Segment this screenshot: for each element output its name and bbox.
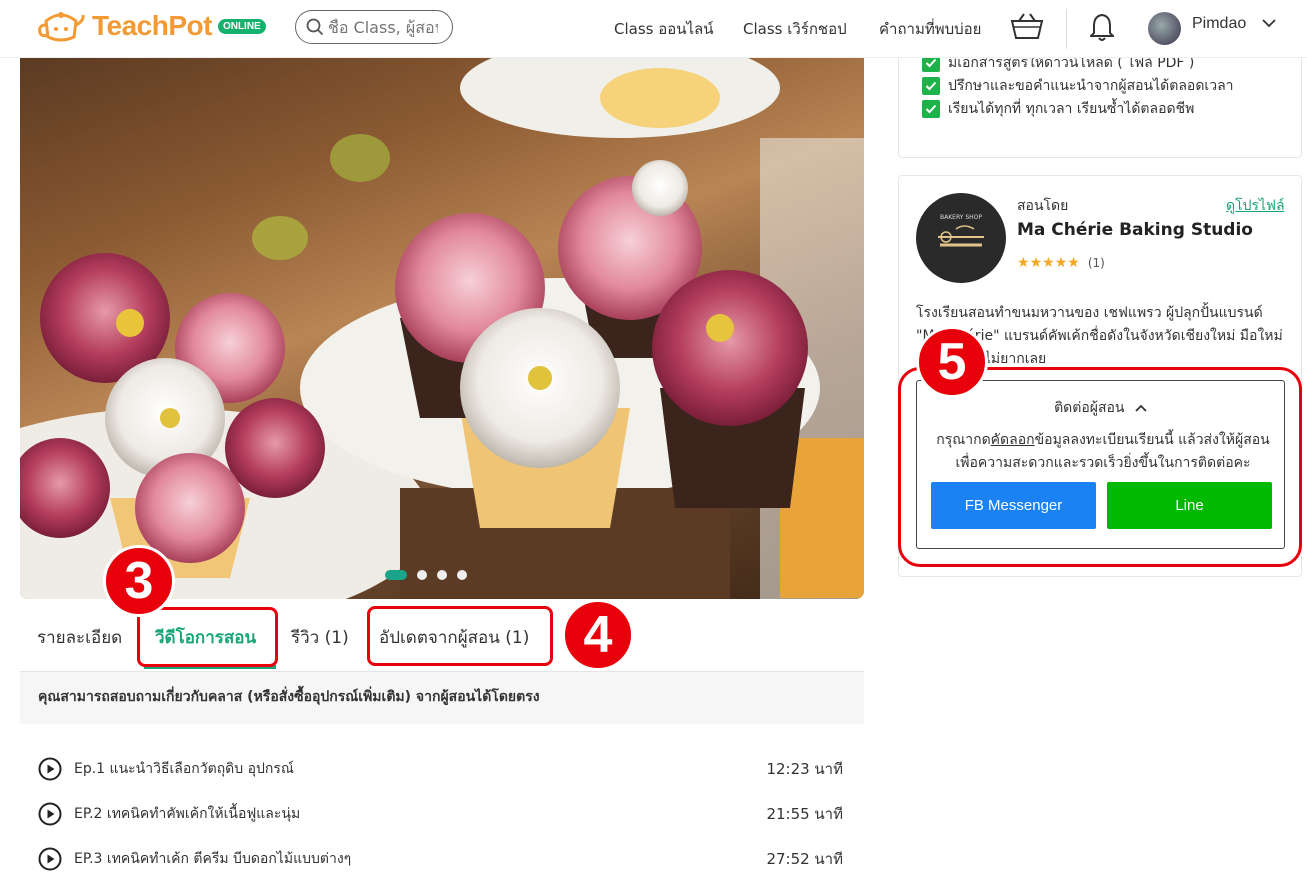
benefit-text: เรียนได้ทุกที่ ทุกเวลา เรียนซ้ำได้ตลอดชี…: [948, 101, 1195, 117]
active-tab-indicator: [144, 665, 276, 669]
contact-title: ติดต่อผู้สอน: [1054, 400, 1125, 416]
view-profile-link[interactable]: ดูโปรไฟล์: [1226, 195, 1285, 217]
header-divider: [1066, 9, 1067, 49]
benefit-item: ปรึกษาและขอคำแนะนำจากผู้สอนได้ตลอดเวลา: [922, 75, 1234, 97]
tab-reviews[interactable]: รีวิว (1): [291, 624, 349, 651]
annotation-badge-3: 3: [103, 545, 175, 617]
carousel-dot[interactable]: [385, 570, 407, 580]
star-icon: ★: [1042, 255, 1055, 271]
carousel-dot[interactable]: [417, 570, 427, 580]
instructor-name[interactable]: Ma Chérie Baking Studio: [1017, 220, 1253, 240]
cart-icon[interactable]: [1010, 12, 1044, 40]
rating-count: (1): [1087, 256, 1105, 270]
username[interactable]: Pimdao: [1192, 15, 1246, 33]
benefit-text: ปรึกษาและขอคำแนะนำจากผู้สอนได้ตลอดเวลา: [948, 78, 1234, 94]
benefit-item: เรียนได้ทุกที่ ทุกเวลา เรียนซ้ำได้ตลอดชี…: [922, 98, 1194, 120]
episode-duration: 12:23 นาที: [766, 760, 843, 778]
episode-title: EP.3 เทคนิคทำเค้ก ตีครีม บีบดอกไม้แบบต่า…: [74, 851, 352, 867]
episode-duration: 27:52 นาที: [766, 850, 843, 868]
star-icon: ★: [1054, 255, 1068, 271]
contact-instructions: กรุณากดคัดลอกข้อมูลลงทะเบียนเรียนนี้ แล้…: [931, 429, 1275, 475]
nav-workshop-class[interactable]: Class เวิร์กชอป: [743, 17, 847, 41]
chevron-up-icon: [1135, 404, 1147, 412]
copy-link[interactable]: คัดลอก: [991, 432, 1035, 448]
carousel-dot[interactable]: [457, 570, 467, 580]
episode-row[interactable]: EP.3 เทคนิคทำเค้ก ตีครีม บีบดอกไม้แบบต่า…: [38, 845, 843, 873]
bakery-logo-text: BAKERY SHOP: [940, 214, 982, 221]
episode-row[interactable]: Ep.1 แนะนำวิธีเลือกวัตถุดิบ อุปกรณ์ 12:2…: [38, 755, 843, 783]
episode-row[interactable]: EP.2 เทคนิคทำคัพเค้กให้เนื้อฟูและนุ่ม 21…: [38, 800, 843, 828]
annotation-badge-5: 5: [916, 326, 988, 398]
instructor-logo[interactable]: BAKERY SHOP: [916, 193, 1006, 283]
class-cover-image: [20, 58, 864, 599]
contact-text-before: กรุณากด: [936, 432, 991, 448]
rating-stars: ★ ★ ★ ★ ★ (1): [1017, 255, 1105, 271]
taught-by-label: สอนโดย: [1017, 198, 1069, 214]
episode-title: EP.2 เทคนิคทำคัพเค้กให้เนื้อฟูและนุ่ม: [74, 806, 301, 822]
tab-instructor-updates[interactable]: อัปเดตจากผู้สอน (1): [379, 624, 529, 651]
tab-videos[interactable]: วีดีโอการสอน: [155, 624, 256, 651]
nav-online-class[interactable]: Class ออนไลน์: [614, 17, 714, 41]
checkmark-icon: [922, 77, 940, 95]
online-badge: ONLINE: [217, 18, 266, 34]
chevron-down-icon[interactable]: [1262, 18, 1276, 28]
top-header: TeachPot ONLINE Class ออนไลน์ Class เวิร…: [0, 0, 1307, 58]
cupcakes-photo: [20, 58, 864, 599]
teapot-logo-icon: [38, 12, 85, 42]
contact-instructor-panel: ติดต่อผู้สอน กรุณากดคัดลอกข้อมูลลงทะเบีย…: [916, 380, 1285, 549]
carousel-dots: [385, 570, 467, 580]
star-icon: ★: [1067, 255, 1080, 271]
search-input[interactable]: [328, 17, 438, 37]
annotation-badge-4: 4: [562, 599, 634, 671]
search-box[interactable]: [295, 10, 453, 44]
site-logo[interactable]: TeachPot ONLINE: [36, 7, 266, 45]
episode-duration: 21:55 นาที: [766, 805, 843, 823]
episode-title: Ep.1 แนะนำวิธีเลือกวัตถุดิบ อุปกรณ์: [74, 761, 294, 777]
tab-details[interactable]: รายละเอียด: [37, 624, 122, 651]
search-icon: [306, 18, 324, 36]
star-icon: ★: [1017, 255, 1030, 271]
line-button[interactable]: Line: [1107, 482, 1272, 529]
notification-bell-icon[interactable]: [1090, 12, 1114, 42]
logo-text: TeachPot: [92, 10, 212, 41]
nav-faq[interactable]: คำถามที่พบบ่อย: [879, 17, 981, 41]
play-icon: [38, 802, 62, 826]
contact-notice: คุณสามารถสอบถามเกี่ยวกับคลาส (หรือสั่งซื…: [20, 672, 864, 724]
fb-messenger-button[interactable]: FB Messenger: [931, 482, 1096, 529]
bakery-logo-icon: BAKERY SHOP: [938, 214, 984, 247]
checkmark-icon: [922, 100, 940, 118]
carousel-dot[interactable]: [437, 570, 447, 580]
star-icon: ★: [1029, 255, 1043, 271]
play-icon: [38, 847, 62, 871]
user-avatar[interactable]: [1148, 12, 1181, 45]
contact-title-row[interactable]: ติดต่อผู้สอน: [917, 397, 1284, 419]
play-icon: [38, 757, 62, 781]
